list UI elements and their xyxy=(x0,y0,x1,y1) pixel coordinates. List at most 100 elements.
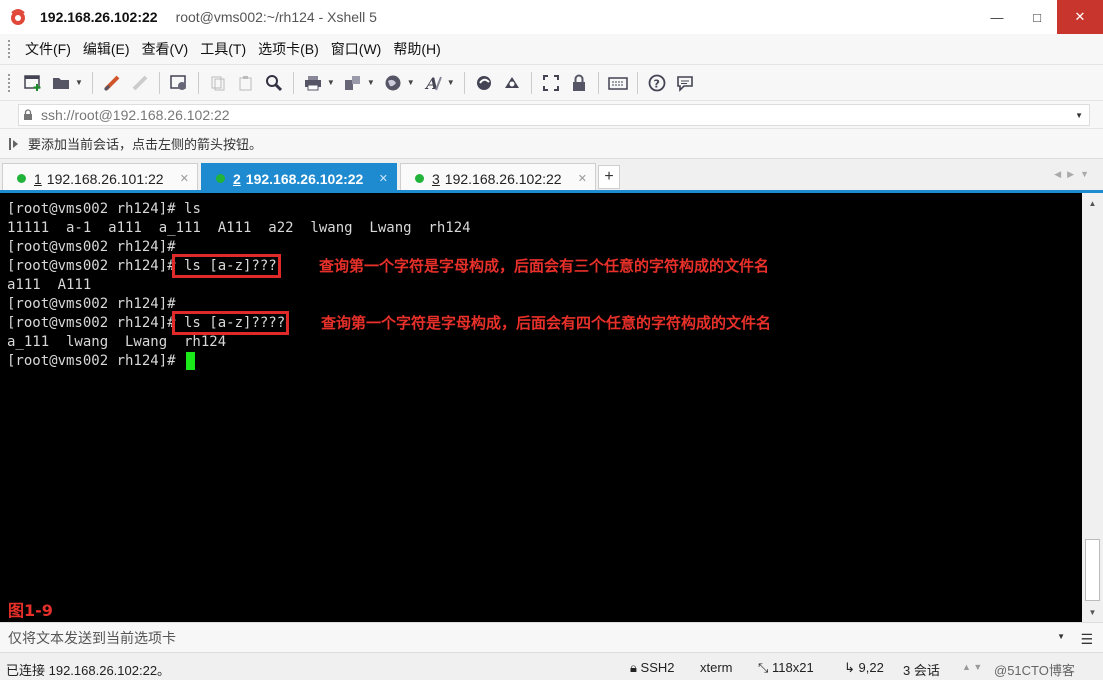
add-session-arrow-icon[interactable] xyxy=(8,137,20,151)
session-address: ssh://root@192.168.26.102:22 xyxy=(41,107,230,123)
close-tab-icon[interactable]: ✕ xyxy=(180,172,189,185)
keyboard-icon[interactable] xyxy=(606,71,630,95)
status-bar: 已连接 192.168.26.102:22。 🔒︎ SSH2 xterm ⤡ 1… xyxy=(0,652,1103,680)
chat-icon[interactable] xyxy=(673,71,697,95)
annotation-note: 查询第一个字符是字母构成，后面会有四个任意的字符构成的文件名 xyxy=(321,314,772,332)
highlighted-command: ls [a-z]??? xyxy=(171,254,281,278)
terminal-cursor xyxy=(186,352,196,370)
tab-session-2[interactable]: 2 192.168.26.102:22 ✕ xyxy=(201,163,397,193)
terminal-scrollbar[interactable]: ▲ ▼ xyxy=(1082,193,1103,622)
tab-scroll-arrows[interactable]: ◀▶▼ xyxy=(1054,169,1095,180)
lock-icon[interactable] xyxy=(567,71,591,95)
terminal-line: [root@vms002 rh124]# ls [a-z]??? 查询第一个字符是… xyxy=(7,254,770,278)
minimize-button[interactable]: — xyxy=(977,0,1017,34)
lock-small-icon xyxy=(24,109,32,120)
status-nav-arrows[interactable]: ▲ ▼ xyxy=(962,662,982,672)
close-window-button[interactable]: ✕ xyxy=(1057,0,1103,34)
terminal-line: [root@vms002 rh124]# xyxy=(7,239,185,255)
window-title: root@vms002:~/rh124 - Xshell 5 xyxy=(175,9,377,25)
terminal-size: ⤡ 118x21 xyxy=(758,660,814,675)
scroll-up-arrow-icon[interactable]: ▲ xyxy=(1082,195,1103,211)
svg-text:?: ? xyxy=(653,77,659,90)
terminal-line: 11111 a-1 a111 a_111 A111 a22 lwang Lwan… xyxy=(7,220,471,236)
help-icon[interactable]: ? xyxy=(645,71,669,95)
watermark: @51CTO博客 xyxy=(994,663,1075,678)
session-count: 3 会话 xyxy=(903,663,940,678)
transfer-icon[interactable] xyxy=(341,71,365,95)
terminal-line: a111 A111 xyxy=(7,277,92,293)
font-dropdown-icon[interactable]: ▼ xyxy=(447,78,455,87)
tab-label: 192.168.26.102:22 xyxy=(444,170,562,187)
fullscreen-icon[interactable] xyxy=(539,71,563,95)
window-title-host: 192.168.26.102:22 xyxy=(40,9,158,25)
resize-icon: ⤡ xyxy=(758,660,769,675)
menu-file[interactable]: 文件(F) xyxy=(19,39,77,59)
toolbar-grip xyxy=(8,73,11,92)
tab-session-1[interactable]: 1 192.168.26.101:22 ✕ xyxy=(2,163,198,193)
send-bar-menu-icon[interactable]: ☰ xyxy=(1080,631,1093,648)
lock-status-icon: 🔒︎ xyxy=(630,660,637,675)
transfer-dropdown-icon[interactable]: ▼ xyxy=(367,78,375,87)
terminal-line: [root@vms002 rh124]# xyxy=(7,296,185,312)
disconnect-icon[interactable] xyxy=(128,71,152,95)
paste-icon[interactable] xyxy=(234,71,258,95)
terminal-type: xterm xyxy=(700,660,733,675)
copy-icon[interactable] xyxy=(206,71,230,95)
font-icon[interactable]: A xyxy=(421,71,445,95)
highlighted-command: ls [a-z]???? xyxy=(171,311,290,335)
menu-window[interactable]: 窗口(W) xyxy=(325,39,388,59)
xshell-app-icon xyxy=(11,9,25,25)
menu-help[interactable]: 帮助(H) xyxy=(387,39,446,59)
connected-status-dot xyxy=(17,174,26,183)
menu-tools[interactable]: 工具(T) xyxy=(194,39,252,59)
find-icon[interactable] xyxy=(262,71,286,95)
close-tab-icon[interactable]: ✕ xyxy=(379,172,388,185)
print-dropdown-icon[interactable]: ▼ xyxy=(327,78,335,87)
send-target-dropdown-icon[interactable]: ▼ xyxy=(1057,632,1065,641)
terminal-line: [root@vms002 rh124]# xyxy=(7,352,1082,371)
figure-label: 图1-9 xyxy=(8,601,53,620)
maximize-button[interactable]: □ xyxy=(1017,0,1057,34)
connected-status-dot xyxy=(216,174,225,183)
print-icon[interactable] xyxy=(301,71,325,95)
menu-view[interactable]: 查看(V) xyxy=(136,39,195,59)
protocol-status: 🔒︎ SSH2 xyxy=(630,660,675,675)
globe-icon[interactable] xyxy=(381,71,405,95)
terminal-area[interactable]: [root@vms002 rh124]# ls 11111 a-1 a111 a… xyxy=(0,193,1082,622)
tab-session-3[interactable]: 3 192.168.26.102:22 ✕ xyxy=(400,163,596,193)
terminal-line: [root@vms002 rh124]# ls [a-z]???? 查询第一个字符… xyxy=(7,311,772,335)
session-address-field[interactable]: ssh://root@192.168.26.102:22 ▼ xyxy=(18,104,1090,126)
terminal-line: a_111 lwang Lwang rh124 xyxy=(7,334,227,350)
menubar-grip xyxy=(8,40,11,58)
toolbar: ▼ ▼ ▼ ▼ A ▼ ? xyxy=(0,64,1103,100)
menu-tabs[interactable]: 选项卡(B) xyxy=(252,39,325,59)
annotation-note: 查询第一个字符是字母构成，后面会有三个任意的字符构成的文件名 xyxy=(319,257,770,275)
connect-icon[interactable] xyxy=(100,71,124,95)
xmanager-icon[interactable] xyxy=(500,71,524,95)
cursor-pos-icon: ↳ xyxy=(844,660,855,675)
tab-bar: 1 192.168.26.101:22 ✕ 2 192.168.26.102:2… xyxy=(0,158,1103,193)
title-bar: 192.168.26.102:22 root@vms002:~/rh124 - … xyxy=(0,0,1103,34)
new-tab-button[interactable]: + xyxy=(598,165,620,189)
menu-bar: 文件(F) 编辑(E) 查看(V) 工具(T) 选项卡(B) 窗口(W) 帮助(… xyxy=(0,34,1103,64)
close-tab-icon[interactable]: ✕ xyxy=(578,172,587,185)
connection-status: 已连接 192.168.26.102:22。 xyxy=(6,663,171,678)
scroll-down-arrow-icon[interactable]: ▼ xyxy=(1082,604,1103,620)
terminal-line: [root@vms002 rh124]# ls xyxy=(7,201,201,217)
globe-dropdown-icon[interactable]: ▼ xyxy=(407,78,415,87)
session-hint-bar: 要添加当前会话，点击左侧的箭头按钮。 xyxy=(0,128,1103,158)
xftp-icon[interactable] xyxy=(472,71,496,95)
address-bar: ssh://root@192.168.26.102:22 ▼ xyxy=(0,100,1103,128)
connected-status-dot xyxy=(415,174,424,183)
tab-label: 192.168.26.101:22 xyxy=(46,170,164,187)
open-dropdown-icon[interactable]: ▼ xyxy=(75,78,83,87)
properties-icon[interactable] xyxy=(167,71,191,95)
open-folder-icon[interactable] xyxy=(49,71,73,95)
send-text-bar[interactable]: 仅将文本发送到当前选项卡 ▼ ☰ xyxy=(0,622,1103,652)
new-session-icon[interactable] xyxy=(21,71,45,95)
scrollbar-thumb[interactable] xyxy=(1085,539,1100,601)
menu-edit[interactable]: 编辑(E) xyxy=(77,39,136,59)
tab-label: 192.168.26.102:22 xyxy=(245,170,364,187)
send-text-input[interactable]: 仅将文本发送到当前选项卡 xyxy=(8,628,176,648)
address-dropdown-icon[interactable]: ▼ xyxy=(1075,111,1083,120)
